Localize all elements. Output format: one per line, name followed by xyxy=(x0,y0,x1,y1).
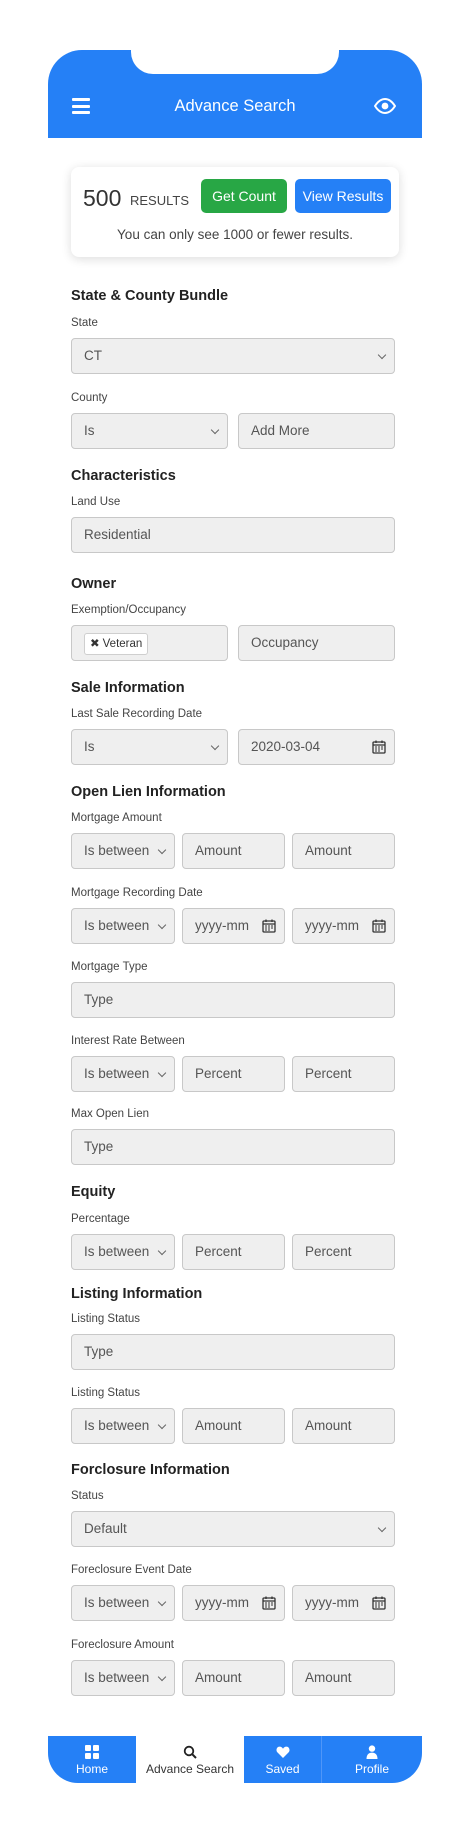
calendar-icon[interactable] xyxy=(262,919,276,933)
foreclosure-event-date-label: Foreclosure Event Date xyxy=(71,1564,192,1576)
eye-icon[interactable] xyxy=(374,98,396,114)
mortgage-type-label: Mortgage Type xyxy=(71,961,148,973)
calendar-icon[interactable] xyxy=(372,740,386,754)
mortgage-amount-label: Mortgage Amount xyxy=(71,812,162,824)
mortgage-amount-from-input[interactable]: Amount xyxy=(182,833,285,869)
remove-tag-icon[interactable]: ✖ xyxy=(90,638,100,650)
foreclosure-event-to-placeholder: yyyy-mm xyxy=(305,1595,359,1610)
results-limit-note: You can only see 1000 or fewer results. xyxy=(117,227,353,242)
max-open-lien-label: Max Open Lien xyxy=(71,1108,149,1120)
state-select[interactable]: CT xyxy=(71,338,395,374)
interest-from-input[interactable]: Percent xyxy=(182,1056,285,1092)
sale-date-value: 2020-03-04 xyxy=(251,739,321,754)
interest-to-input[interactable]: Percent xyxy=(292,1056,395,1092)
results-count: 500 xyxy=(83,185,122,211)
nav-profile-label: Profile xyxy=(354,1762,389,1776)
max-open-lien-input[interactable]: Type xyxy=(71,1129,395,1165)
county-label: County xyxy=(71,392,108,404)
section-title-sale: Sale Information xyxy=(71,680,185,696)
foreclosure-event-from-input[interactable]: yyyy-mm xyxy=(182,1585,285,1621)
foreclosure-amount-from-input[interactable]: Amount xyxy=(182,1660,285,1696)
exemption-tag-input[interactable]: ✖ Veteran xyxy=(71,625,228,661)
nav-home[interactable]: Home xyxy=(48,1736,136,1783)
nav-saved[interactable]: Saved xyxy=(244,1736,322,1783)
mortgage-date-operator-select[interactable]: Is between xyxy=(71,908,175,944)
listing-status-input[interactable]: Type xyxy=(71,1334,395,1370)
interest-operator-select[interactable]: Is between xyxy=(71,1056,175,1092)
county-add-more-input[interactable]: Add More xyxy=(238,413,395,449)
foreclosure-amount-operator-select[interactable]: Is between xyxy=(71,1660,175,1696)
section-title-characteristics: Characteristics xyxy=(71,468,176,484)
nav-saved-label: Saved xyxy=(265,1762,300,1776)
sale-operator-select[interactable]: Is xyxy=(71,729,228,765)
equity-percentage-label: Percentage xyxy=(71,1213,130,1225)
results-card: 500 RESULTS Get Count View Results You c… xyxy=(71,167,399,257)
veteran-tag-label: Veteran xyxy=(102,638,143,650)
app-header: Advance Search xyxy=(48,50,422,138)
nav-home-label: Home xyxy=(75,1762,108,1776)
foreclosure-event-from-placeholder: yyyy-mm xyxy=(195,1595,249,1610)
nav-advance-search-label: Advance Search xyxy=(145,1762,235,1776)
mortgage-date-to-input[interactable]: yyyy-mm xyxy=(292,908,395,944)
section-title-equity: Equity xyxy=(71,1184,116,1200)
equity-operator-select[interactable]: Is between xyxy=(71,1234,175,1270)
foreclosure-event-to-input[interactable]: yyyy-mm xyxy=(292,1585,395,1621)
mortgage-date-from-placeholder: yyyy-mm xyxy=(195,918,249,933)
listing-status-label: Listing Status xyxy=(71,1313,141,1325)
listing-to-input[interactable]: Amount xyxy=(292,1408,395,1444)
listing-status-label-2: Listing Status xyxy=(71,1387,141,1399)
state-label: State xyxy=(71,317,98,329)
listing-operator-select[interactable]: Is between xyxy=(71,1408,175,1444)
phone-frame: Advance Search 500 RESULTS Get Count Vie… xyxy=(48,50,422,1783)
results-count-label: RESULTS xyxy=(130,193,189,208)
equity-to-input[interactable]: Percent xyxy=(292,1234,395,1270)
interest-rate-label: Interest Rate Between xyxy=(71,1035,185,1047)
foreclosure-status-select[interactable]: Default xyxy=(71,1511,395,1547)
foreclosure-status-label: Status xyxy=(71,1490,104,1502)
nav-profile[interactable]: Profile xyxy=(322,1736,422,1783)
section-title-state-county: State & County Bundle xyxy=(71,288,229,304)
bottom-navigation: Home Advance Search Saved Profile xyxy=(48,1736,422,1783)
sale-date-input[interactable]: 2020-03-04 xyxy=(238,729,395,765)
foreclosure-amount-label: Foreclosure Amount xyxy=(71,1639,174,1651)
section-title-listing: Listing Information xyxy=(71,1286,203,1302)
mortgage-type-input[interactable]: Type xyxy=(71,982,395,1018)
equity-from-input[interactable]: Percent xyxy=(182,1234,285,1270)
foreclosure-event-operator-select[interactable]: Is between xyxy=(71,1585,175,1621)
section-title-owner: Owner xyxy=(71,576,117,592)
mortgage-amount-operator-select[interactable]: Is between xyxy=(71,833,175,869)
listing-from-input[interactable]: Amount xyxy=(182,1408,285,1444)
get-count-button[interactable]: Get Count xyxy=(201,179,287,213)
section-title-foreclosure: Forclosure Information xyxy=(71,1462,230,1478)
calendar-icon[interactable] xyxy=(372,919,386,933)
veteran-tag[interactable]: ✖ Veteran xyxy=(84,633,149,655)
device-notch xyxy=(131,50,339,74)
heart-icon xyxy=(275,1746,290,1758)
search-icon xyxy=(183,1745,197,1759)
last-sale-date-label: Last Sale Recording Date xyxy=(71,708,203,720)
grid-icon xyxy=(85,1745,99,1759)
calendar-icon[interactable] xyxy=(262,1596,276,1610)
page-title: Advance Search xyxy=(174,97,296,115)
exemption-occupancy-label: Exemption/Occupancy xyxy=(71,604,187,616)
mortgage-date-from-input[interactable]: yyyy-mm xyxy=(182,908,285,944)
mortgage-date-label: Mortgage Recording Date xyxy=(71,887,203,899)
section-title-open-lien: Open Lien Information xyxy=(71,784,226,800)
mortgage-date-to-placeholder: yyyy-mm xyxy=(305,918,359,933)
calendar-icon[interactable] xyxy=(372,1596,386,1610)
view-results-button[interactable]: View Results xyxy=(295,179,391,213)
land-use-label: Land Use xyxy=(71,496,121,508)
county-operator-select[interactable]: Is xyxy=(71,413,228,449)
occupancy-input[interactable]: Occupancy xyxy=(238,625,395,661)
mortgage-amount-to-input[interactable]: Amount xyxy=(292,833,395,869)
land-use-input[interactable]: Residential xyxy=(71,517,395,553)
foreclosure-amount-to-input[interactable]: Amount xyxy=(292,1660,395,1696)
user-icon xyxy=(366,1745,378,1759)
nav-advance-search[interactable]: Advance Search xyxy=(136,1736,244,1783)
